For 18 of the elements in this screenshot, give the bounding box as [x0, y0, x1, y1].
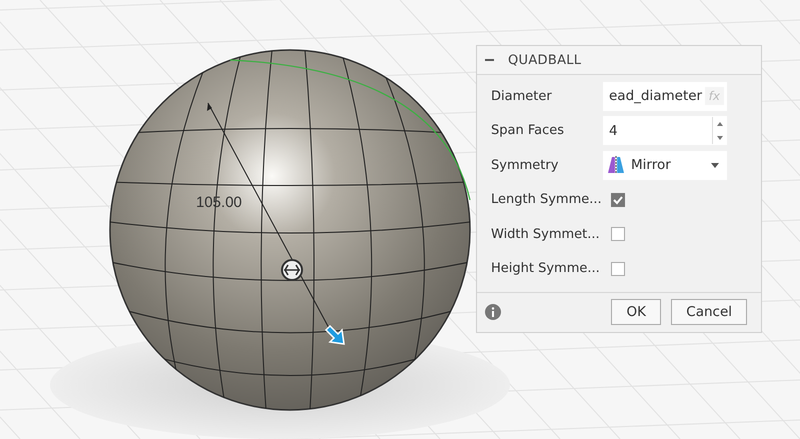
dialog-title: QUADBALL: [508, 52, 582, 68]
cancel-button[interactable]: Cancel: [671, 299, 747, 325]
field-label: Width Symmet...: [491, 226, 601, 242]
field-label: Height Symme...: [491, 261, 601, 276]
mirror-icon: [607, 156, 625, 174]
ok-button[interactable]: OK: [611, 299, 662, 325]
field-label: Length Symme...: [491, 192, 603, 208]
field-label: Symmetry: [491, 158, 560, 173]
field-label: Diameter: [491, 88, 553, 104]
symmetry-dropdown[interactable]: Mirror: [603, 150, 727, 180]
info-icon[interactable]: [485, 304, 501, 320]
number-spinner[interactable]: 4: [603, 116, 727, 146]
expression-field[interactable]: ead_diameter fx: [603, 82, 727, 111]
checkbox[interactable]: [611, 192, 625, 207]
checkbox[interactable]: [611, 262, 625, 276]
checkbox[interactable]: [611, 227, 625, 242]
drag-arrow-icon[interactable]: [324, 324, 345, 345]
field-label: Span Faces: [491, 123, 566, 138]
